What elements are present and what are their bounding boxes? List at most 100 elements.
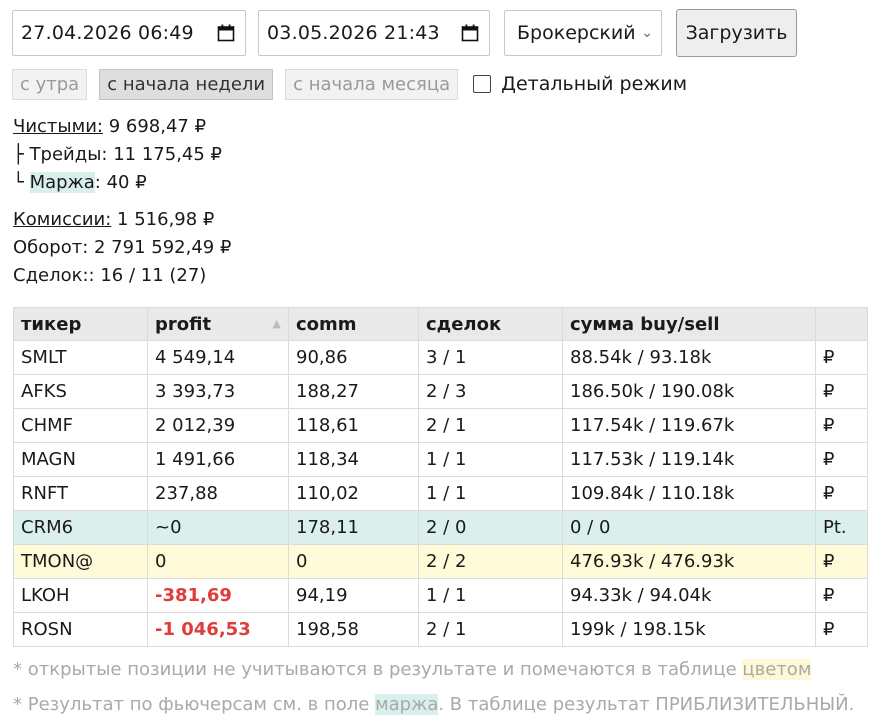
fees-line: Комиссии: 1 516,98 ₽ <box>13 206 231 234</box>
deals-cell: 2 / 0 <box>418 510 563 545</box>
profit-cell: 4 549,14 <box>147 340 289 375</box>
comm-cell: 0 <box>288 544 419 579</box>
preset-bar: с утра с начала недели с начала месяца Д… <box>12 68 687 100</box>
currency-cell: ₽ <box>815 374 868 409</box>
table-row: MAGN 1 491,66 118,34 1 / 1 117.53k / 119… <box>13 442 868 477</box>
currency-cell: Pt. <box>815 510 868 545</box>
deals-cell: 2 / 1 <box>418 408 563 443</box>
load-button[interactable]: Загрузить <box>676 9 797 57</box>
col-profit-header[interactable]: profit ▲ <box>147 307 289 341</box>
currency-cell: ₽ <box>815 612 868 647</box>
date-from-input[interactable]: 27.04.2026 06:49 <box>12 10 246 56</box>
turnover-line: Оборот: 2 791 592,49 ₽ <box>13 237 232 258</box>
col-deals-header[interactable]: сделок <box>418 307 563 341</box>
ticker-cell: LKOH <box>13 578 148 613</box>
note-open-positions: * открытые позиции не учитываются в резу… <box>13 659 812 680</box>
currency-cell: ₽ <box>815 476 868 511</box>
deals-cell: 2 / 2 <box>418 544 563 579</box>
date-from-value: 27.04.2026 06:49 <box>21 22 194 44</box>
ticker-cell: ROSN <box>13 612 148 647</box>
sum-cell: 186.50k / 190.08k <box>562 374 816 409</box>
margin-value: : 40 ₽ <box>94 172 147 193</box>
table-row-futures: CRM6 ~0 178,11 2 / 0 0 / 0 Pt. <box>13 510 868 545</box>
profit-cell: ~0 <box>147 510 289 545</box>
ticker-cell: MAGN <box>13 442 148 477</box>
preset-month-button[interactable]: с начала месяца <box>285 68 459 100</box>
table-row: LKOH -381,69 94,19 1 / 1 94.33k / 94.04k… <box>13 578 868 613</box>
comm-cell: 94,19 <box>288 578 419 613</box>
note2-text-b: . В таблице результат ПРИБЛИЗИТЕЛЬНЫЙ. <box>438 694 855 715</box>
net-line: Чистыми: 9 698,47 ₽ <box>13 113 222 141</box>
deals-cell: 1 / 1 <box>418 442 563 477</box>
profit-summary: Чистыми: 9 698,47 ₽ ├ Трейды: 11 175,45 … <box>13 113 222 197</box>
deals-cell: 1 / 1 <box>418 578 563 613</box>
currency-cell: ₽ <box>815 544 868 579</box>
preset-morning-button[interactable]: с утра <box>12 68 88 100</box>
deals-cell: 2 / 1 <box>418 612 563 647</box>
col-ticker-header[interactable]: тикер <box>13 307 148 341</box>
table-row-open-position: TMON@ 0 0 2 / 2 476.93k / 476.93k ₽ <box>13 544 868 579</box>
sum-cell: 117.54k / 119.67k <box>562 408 816 443</box>
fees-value: 1 516,98 ₽ <box>111 209 215 230</box>
net-value: 9 698,47 ₽ <box>102 116 207 137</box>
comm-cell: 198,58 <box>288 612 419 647</box>
ticker-cell: CRM6 <box>13 510 148 545</box>
sum-cell: 117.53k / 119.14k <box>562 442 816 477</box>
sum-cell: 94.33k / 94.04k <box>562 578 816 613</box>
trades-value: 11 175,45 ₽ <box>107 144 222 165</box>
currency-cell: ₽ <box>815 442 868 477</box>
profit-cell: 237,88 <box>147 476 289 511</box>
deals-cell: 2 / 3 <box>418 374 563 409</box>
note1-text: * открытые позиции не учитываются в резу… <box>13 659 743 680</box>
comm-cell: 118,34 <box>288 442 419 477</box>
trades-table: тикер profit ▲ comm сделок сумма buy/sell… <box>13 307 868 647</box>
deals-line: Сделок:: 16 / 11 (27) <box>13 265 207 286</box>
margin-line: └ Маржа: 40 ₽ <box>13 169 222 197</box>
detail-mode-checkbox[interactable] <box>473 75 492 93</box>
sum-cell: 199k / 198.15k <box>562 612 816 647</box>
preset-week-button[interactable]: с начала недели <box>99 68 274 100</box>
note-futures: * Результат по фьючерсам см. в поле марж… <box>13 694 854 715</box>
net-label: Чистыми: <box>13 116 103 137</box>
ticker-cell: SMLT <box>13 340 148 375</box>
date-to-value: 03.05.2026 21:43 <box>267 22 440 44</box>
table-row: SMLT 4 549,14 90,86 3 / 1 88.54k / 93.18… <box>13 340 868 375</box>
profit-cell: 3 393,73 <box>147 374 289 409</box>
table-header-row: тикер profit ▲ comm сделок сумма buy/sell <box>13 307 868 341</box>
sum-cell: 476.93k / 476.93k <box>562 544 816 579</box>
calendar-icon[interactable] <box>217 24 235 42</box>
sum-cell: 0 / 0 <box>562 510 816 545</box>
profit-cell: 1 491,66 <box>147 442 289 477</box>
filter-bar: 27.04.2026 06:49 03.05.2026 21:43 Брокер… <box>12 9 797 57</box>
ticker-cell: CHMF <box>13 408 148 443</box>
turnover-summary: Комиссии: 1 516,98 ₽ Оборот: 2 791 592,4… <box>13 206 231 290</box>
table-row: CHMF 2 012,39 118,61 2 / 1 117.54k / 119… <box>13 408 868 443</box>
sort-asc-icon: ▲ <box>272 316 281 330</box>
account-select[interactable]: Брокерский ⌄ <box>504 10 662 56</box>
comm-cell: 90,86 <box>288 340 419 375</box>
margin-prefix: └ <box>13 172 30 193</box>
sum-cell: 88.54k / 93.18k <box>562 340 816 375</box>
col-comm-header[interactable]: comm <box>288 307 419 341</box>
profit-cell: 0 <box>147 544 289 579</box>
deals-cell: 1 / 1 <box>418 476 563 511</box>
table-row: AFKS 3 393,73 188,27 2 / 3 186.50k / 190… <box>13 374 868 409</box>
chevron-down-icon: ⌄ <box>641 25 653 41</box>
comm-cell: 188,27 <box>288 374 419 409</box>
note2-highlight: маржа <box>375 694 439 715</box>
date-to-input[interactable]: 03.05.2026 21:43 <box>258 10 490 56</box>
calendar-icon[interactable] <box>461 24 479 42</box>
fees-label: Комиссии: <box>13 209 112 230</box>
ticker-cell: AFKS <box>13 374 148 409</box>
profit-cell: -381,69 <box>147 578 289 613</box>
sum-cell: 109.84k / 110.18k <box>562 476 816 511</box>
trades-label: ├ Трейды: <box>13 144 108 165</box>
table-row: ROSN -1 046,53 198,58 2 / 1 199k / 198.1… <box>13 612 868 647</box>
trades-line: ├ Трейды: 11 175,45 ₽ <box>13 141 222 169</box>
account-select-value: Брокерский <box>517 22 636 44</box>
margin-label: Маржа <box>29 172 95 193</box>
col-sum-header[interactable]: сумма buy/sell <box>562 307 816 341</box>
table-row: RNFT 237,88 110,02 1 / 1 109.84k / 110.1… <box>13 476 868 511</box>
comm-cell: 118,61 <box>288 408 419 443</box>
detail-mode-label[interactable]: Детальный режим <box>501 73 687 95</box>
